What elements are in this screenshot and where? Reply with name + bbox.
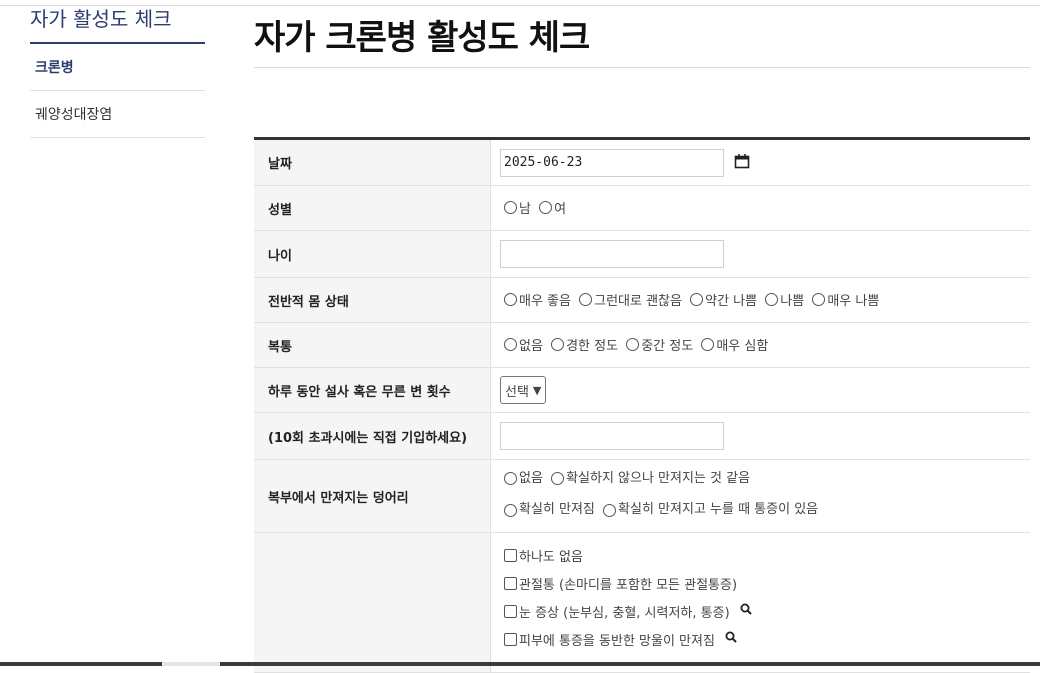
page-title: 자가 크론병 활성도 체크: [254, 18, 590, 58]
form-row-date: 날짜: [254, 138, 1030, 186]
form-row-pain: 복통 없음 경한 정도 중간 정도 매우 심함: [254, 322, 1030, 368]
pain-radio-none[interactable]: 없음: [504, 335, 543, 354]
activity-form: 날짜 성별 남 여 나이 전반적 몸 상태 매우 좋음 그런대로 괜찮음 약간 …: [254, 137, 1030, 673]
condition-radio-bad[interactable]: 나쁨: [765, 290, 804, 309]
symptom-check-eye[interactable]: 눈 증상 (눈부심, 충혈, 시력저하, 통증): [504, 597, 1030, 625]
sidebar-title: 자가 활성도 체크: [30, 6, 205, 44]
condition-radio-very-bad[interactable]: 매우 나쁨: [812, 290, 879, 309]
mass-label: 복부에서 만져지는 덩어리: [254, 459, 491, 533]
condition-label: 전반적 몸 상태: [254, 277, 491, 323]
symptom-check-skin[interactable]: 피부에 통증을 동반한 망울이 만져짐: [504, 625, 1030, 653]
condition-radio-okay[interactable]: 그런대로 괜찮음: [579, 290, 682, 309]
form-row-symptoms: 하나도 없음 관절통 (손마디를 포함한 모든 관절통증) 눈 증상 (눈부심,…: [254, 532, 1030, 673]
chevron-down-icon: ▼: [532, 383, 542, 397]
form-row-gender: 성별 남 여: [254, 185, 1030, 231]
pain-radio-severe[interactable]: 매우 심함: [701, 335, 768, 354]
pain-label: 복통: [254, 322, 491, 368]
condition-radio-slightly-bad[interactable]: 약간 나쁨: [690, 290, 757, 309]
age-label: 나이: [254, 230, 491, 278]
sidebar-item-crohns[interactable]: 크론병: [30, 44, 205, 91]
gender-male-radio[interactable]: 남: [504, 198, 531, 217]
taskbar-tab[interactable]: [162, 662, 220, 666]
mass-radio-none[interactable]: 없음: [504, 465, 543, 493]
stool-direct-input[interactable]: [500, 422, 724, 450]
gender-female-radio[interactable]: 여: [539, 198, 566, 217]
stool-count-select[interactable]: 선택 ▼: [500, 376, 547, 404]
sidebar-item-ulcerative-colitis[interactable]: 궤양성대장염: [30, 91, 205, 138]
form-row-age: 나이: [254, 230, 1030, 278]
condition-radio-very-good[interactable]: 매우 좋음: [504, 290, 571, 309]
form-row-stool: 하루 동안 설사 혹은 무른 변 횟수 선택 ▼: [254, 367, 1030, 413]
date-label: 날짜: [254, 138, 491, 186]
stool-label: 하루 동안 설사 혹은 무른 변 횟수: [254, 367, 491, 413]
mass-radio-certain[interactable]: 확실히 만져짐: [504, 496, 595, 524]
search-icon[interactable]: [740, 603, 752, 619]
symptom-check-none[interactable]: 하나도 없음: [504, 541, 1030, 569]
symptom-check-joint-pain[interactable]: 관절통 (손마디를 포함한 모든 관절통증): [504, 569, 1030, 597]
pain-radio-moderate[interactable]: 중간 정도: [626, 335, 693, 354]
mass-radio-unsure[interactable]: 확실하지 않으나 만져지는 것 같음: [551, 465, 750, 493]
form-row-condition: 전반적 몸 상태 매우 좋음 그런대로 괜찮음 약간 나쁨 나쁨 매우 나쁨: [254, 277, 1030, 323]
gender-label: 성별: [254, 185, 491, 231]
form-row-stool-direct: (10회 초과시에는 직접 기입하세요): [254, 412, 1030, 460]
taskbar-strip: [0, 662, 1040, 666]
form-row-mass: 복부에서 만져지는 덩어리 없음 확실하지 않으나 만져지는 것 같음 확실히 …: [254, 459, 1030, 533]
pain-radio-mild[interactable]: 경한 정도: [551, 335, 618, 354]
title-divider: [254, 67, 1030, 68]
sidebar: 자가 활성도 체크 크론병 궤양성대장염: [30, 6, 205, 138]
search-icon[interactable]: [725, 631, 737, 647]
stool-direct-label: (10회 초과시에는 직접 기입하세요): [254, 412, 491, 460]
mass-radio-certain-painful[interactable]: 확실히 만져지고 누를 때 통증이 있음: [603, 496, 818, 524]
date-input[interactable]: [500, 148, 724, 177]
age-input[interactable]: [500, 240, 724, 268]
symptoms-label: [254, 532, 491, 673]
calendar-icon[interactable]: [734, 153, 750, 173]
